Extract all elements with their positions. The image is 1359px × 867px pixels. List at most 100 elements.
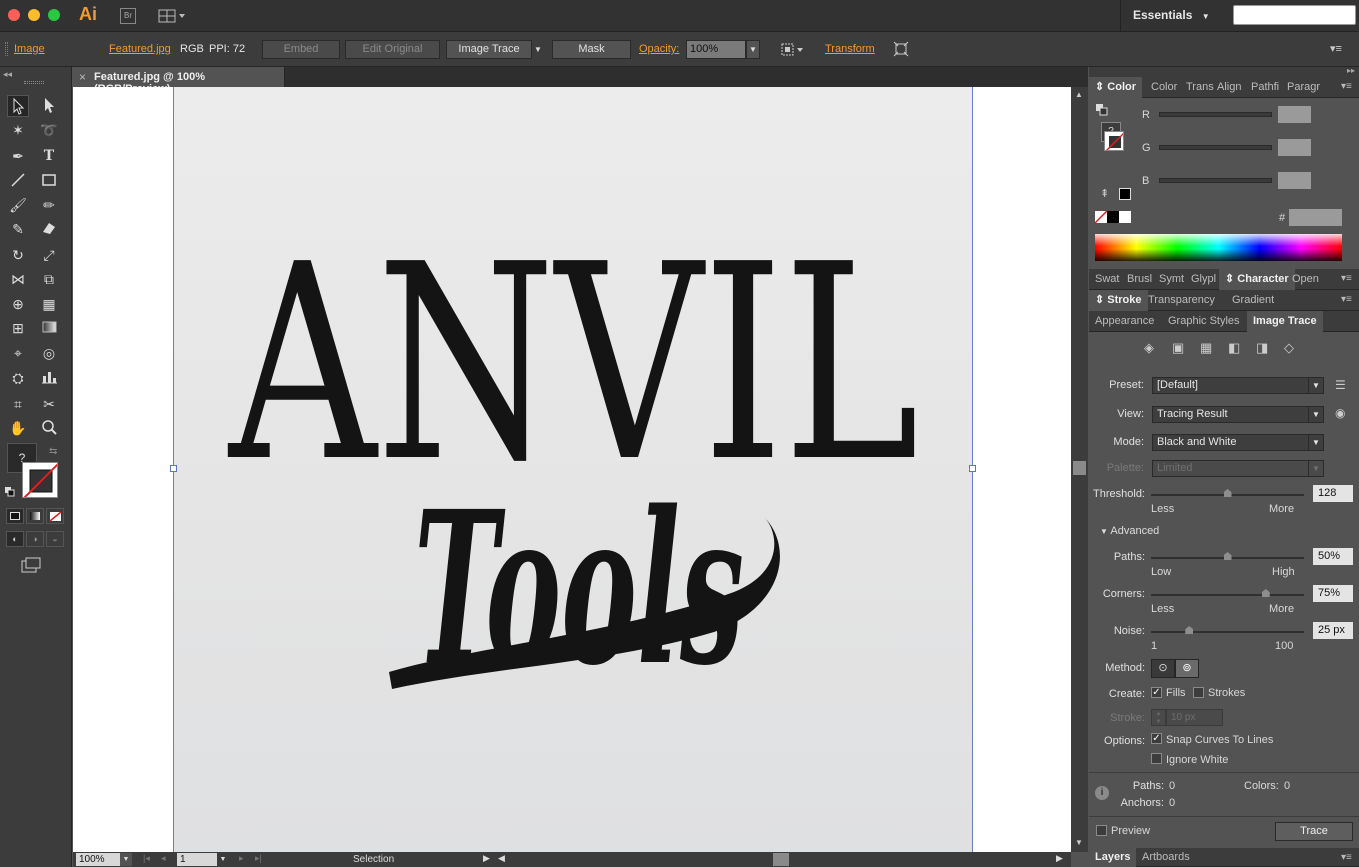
- none-swatch[interactable]: [1095, 211, 1107, 223]
- preset-select[interactable]: [Default] ▼: [1152, 377, 1324, 394]
- opacity-dropdown-chevron-icon[interactable]: ▼: [746, 40, 760, 59]
- grayscale-icon[interactable]: ◧: [1228, 340, 1240, 356]
- tab-color[interactable]: ⇕ Color: [1089, 77, 1143, 98]
- search-help-input[interactable]: [1233, 5, 1356, 25]
- previous-artboard-icon[interactable]: ◂: [161, 853, 166, 864]
- change-screen-mode-button[interactable]: [20, 556, 46, 574]
- threshold-input[interactable]: 128: [1313, 485, 1353, 502]
- channel-g-input[interactable]: [1278, 139, 1311, 156]
- scroll-left-icon[interactable]: ◀: [498, 853, 505, 864]
- arrange-documents-button[interactable]: [158, 8, 186, 24]
- default-fill-stroke-icon[interactable]: [5, 487, 15, 497]
- color-stroke-swatch[interactable]: [1104, 131, 1124, 151]
- vertical-scroll-thumb[interactable]: [1073, 461, 1086, 475]
- fill-stroke-mini-icon[interactable]: [1096, 104, 1108, 116]
- control-panel-menu-icon[interactable]: ▾≡: [1330, 42, 1346, 55]
- lasso-tool-icon[interactable]: ➰: [38, 119, 60, 141]
- tab-paragraph[interactable]: Paragr: [1281, 77, 1326, 98]
- vertical-scrollbar[interactable]: ▲ ▼: [1071, 87, 1088, 852]
- shape-builder-tool-icon[interactable]: ⊕: [7, 293, 29, 315]
- minimize-window-button[interactable]: [28, 9, 40, 21]
- scroll-down-icon[interactable]: ▼: [1075, 838, 1083, 847]
- swap-fill-stroke-icon[interactable]: ⇆: [49, 446, 57, 457]
- tab-color-guide[interactable]: Color: [1145, 77, 1183, 98]
- mesh-tool-icon[interactable]: ⊞: [7, 317, 29, 339]
- method-abutting-button[interactable]: ⊙: [1151, 659, 1175, 678]
- align-options-button[interactable]: [780, 41, 806, 58]
- draw-behind-icon[interactable]: ◑: [26, 531, 44, 547]
- artboard-dropdown-chevron-icon[interactable]: ▼: [217, 853, 229, 866]
- width-tool-icon[interactable]: ⋈: [7, 268, 29, 290]
- selection-tool-icon[interactable]: [7, 95, 29, 117]
- grip-handle[interactable]: [5, 42, 8, 56]
- rotate-tool-icon[interactable]: ↻: [7, 244, 29, 266]
- tab-stroke[interactable]: ⇕ Stroke: [1089, 290, 1148, 311]
- blend-tool-icon[interactable]: ◎: [38, 342, 60, 364]
- gradient-mode-button[interactable]: [26, 508, 44, 524]
- color-spectrum[interactable]: [1095, 234, 1342, 261]
- toolbar-grip[interactable]: [24, 81, 44, 84]
- paintbrush-tool-icon[interactable]: 🖌: [7, 194, 29, 216]
- trace-button[interactable]: Trace: [1275, 822, 1353, 841]
- last-artboard-icon[interactable]: ▸|: [255, 853, 262, 864]
- ignore-white-checkbox[interactable]: [1151, 753, 1162, 764]
- opacity-link[interactable]: Opacity:: [639, 43, 679, 55]
- tab-align[interactable]: Align: [1211, 77, 1247, 98]
- tab-graphic-styles[interactable]: Graphic Styles: [1162, 311, 1246, 332]
- stroke-input[interactable]: 10 px: [1166, 709, 1223, 726]
- status-menu-arrow-icon[interactable]: ▶: [483, 853, 490, 864]
- channel-b-slider[interactable]: [1159, 178, 1272, 183]
- outline-icon[interactable]: ◇: [1284, 340, 1294, 356]
- panel-menu-icon[interactable]: ▾≡: [1341, 81, 1352, 92]
- noise-slider-thumb[interactable]: [1185, 626, 1194, 634]
- document-tab[interactable]: × Featured.jpg @ 100% (RGB/Preview): [73, 67, 285, 95]
- fills-checkbox[interactable]: ✓: [1151, 687, 1162, 698]
- next-artboard-icon[interactable]: ▸: [239, 853, 244, 864]
- scroll-right-icon[interactable]: ▶: [1056, 853, 1063, 864]
- black-swatch[interactable]: [1107, 211, 1119, 223]
- corners-input[interactable]: 75%: [1313, 585, 1353, 602]
- tab-glyphs[interactable]: Glypl: [1185, 269, 1222, 290]
- close-window-button[interactable]: [8, 9, 20, 21]
- tab-layers[interactable]: Layers: [1089, 848, 1137, 867]
- symbol-sprayer-tool-icon[interactable]: ⛭: [7, 367, 29, 389]
- paths-slider[interactable]: [1151, 552, 1304, 560]
- object-type-link[interactable]: Image: [14, 43, 45, 55]
- bridge-button[interactable]: Br: [120, 8, 136, 24]
- artboard-tool-icon[interactable]: ⌗: [7, 393, 29, 415]
- rectangle-tool-icon[interactable]: [38, 170, 60, 192]
- last-color-swatch[interactable]: [1119, 188, 1131, 200]
- panel-menu-icon[interactable]: ▾≡: [1341, 294, 1352, 305]
- zoom-dropdown-chevron-icon[interactable]: ▼: [120, 853, 132, 866]
- edit-original-button[interactable]: Edit Original: [345, 40, 440, 59]
- tab-character[interactable]: ⇕ Character: [1219, 269, 1295, 290]
- auto-color-icon[interactable]: ◈: [1144, 340, 1154, 356]
- strokes-checkbox[interactable]: [1193, 687, 1204, 698]
- zoom-window-button[interactable]: [48, 9, 60, 21]
- tab-artboards[interactable]: Artboards: [1136, 848, 1196, 867]
- zoom-tool-icon[interactable]: [38, 417, 60, 439]
- view-select[interactable]: Tracing Result ▼: [1152, 406, 1324, 423]
- view-original-eye-icon[interactable]: ◉: [1335, 406, 1345, 420]
- opacity-input[interactable]: 100%: [686, 40, 746, 59]
- bounding-box-handle-right[interactable]: [969, 465, 976, 472]
- close-tab-icon[interactable]: ×: [79, 70, 86, 84]
- method-overlapping-button[interactable]: ⊚: [1175, 659, 1199, 678]
- tab-pathfinder[interactable]: Pathfi: [1245, 77, 1285, 98]
- none-mode-button[interactable]: [46, 508, 64, 524]
- workspace-switcher[interactable]: Essentials ▼: [1133, 8, 1210, 22]
- embed-button[interactable]: Embed: [262, 40, 340, 59]
- channel-g-slider[interactable]: [1159, 145, 1272, 150]
- placed-image[interactable]: ANVIL Tools: [170, 87, 976, 852]
- column-graph-tool-icon[interactable]: [38, 367, 60, 389]
- advanced-toggle[interactable]: ▼ Advanced: [1100, 525, 1159, 537]
- noise-input[interactable]: 25 px: [1313, 622, 1353, 639]
- perspective-grid-tool-icon[interactable]: ▦: [38, 293, 60, 315]
- collapse-panel-icon[interactable]: ◂◂: [3, 69, 12, 80]
- isolate-object-button[interactable]: [893, 41, 909, 57]
- first-artboard-icon[interactable]: |◂: [143, 853, 150, 864]
- tab-swatches[interactable]: Swat: [1089, 269, 1125, 290]
- horizontal-scroll-thumb[interactable]: [773, 853, 789, 866]
- white-swatch[interactable]: [1119, 211, 1131, 223]
- direct-selection-tool-icon[interactable]: [38, 95, 60, 117]
